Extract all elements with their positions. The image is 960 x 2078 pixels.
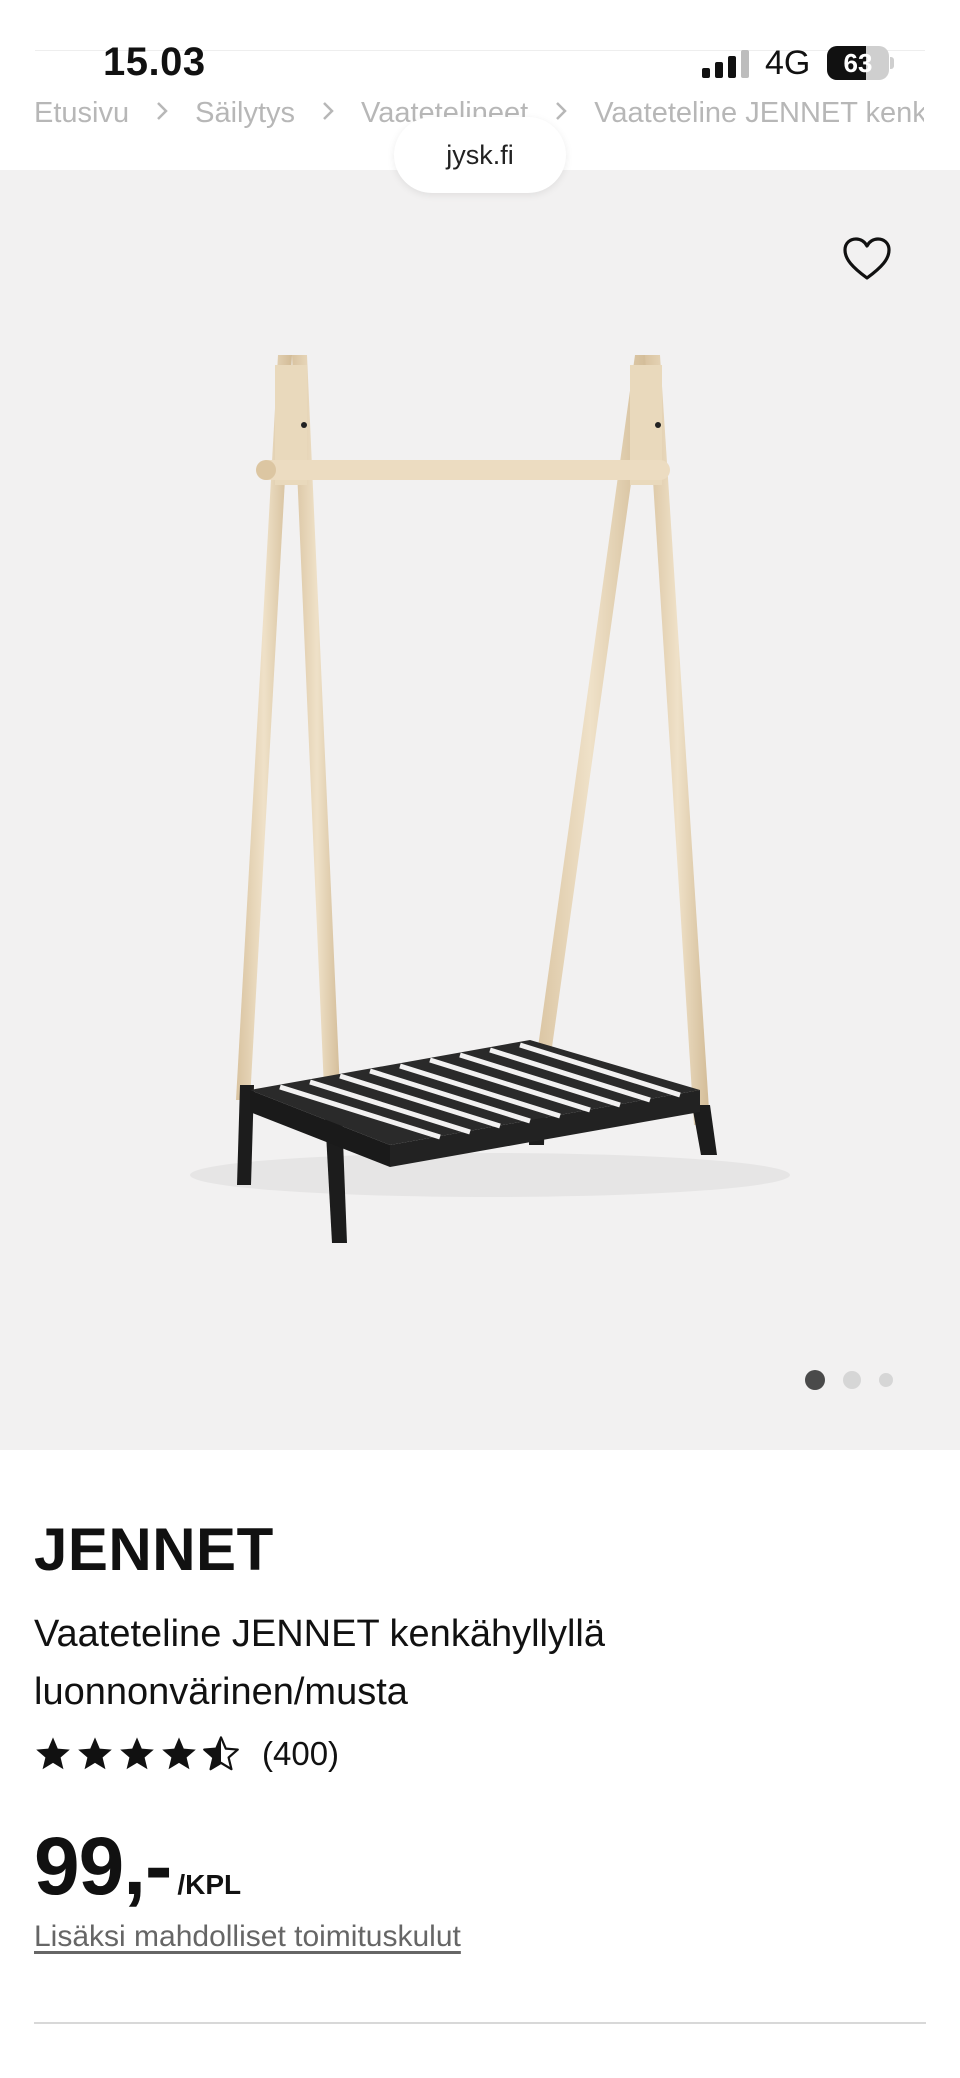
pagination-dot[interactable] bbox=[879, 1373, 893, 1387]
status-time: 15.03 bbox=[103, 40, 206, 84]
breadcrumb-item-home[interactable]: Etusivu bbox=[34, 97, 129, 130]
signal-strength-icon bbox=[702, 48, 749, 78]
breadcrumb-item-storage[interactable]: Säilytys bbox=[195, 97, 295, 130]
price-unit: /KPL bbox=[177, 1869, 242, 1900]
product-title: JENNET bbox=[34, 1516, 274, 1583]
product-price: 99,- /KPL bbox=[34, 1820, 241, 1914]
gallery-pagination bbox=[805, 1370, 893, 1390]
battery-level: 63 bbox=[843, 48, 873, 78]
product-rating[interactable]: (400) bbox=[34, 1735, 339, 1773]
price-amount: 99,- bbox=[34, 1821, 172, 1912]
star-rating bbox=[34, 1735, 240, 1773]
product-image-clothes-rack bbox=[140, 355, 840, 1255]
star-full-icon bbox=[36, 1737, 70, 1770]
network-type: 4G bbox=[765, 44, 811, 82]
address-bar-url[interactable]: jysk.fi bbox=[394, 117, 566, 193]
heart-icon[interactable] bbox=[842, 236, 892, 282]
battery-tip bbox=[890, 57, 894, 69]
chevron-right-icon bbox=[149, 97, 175, 130]
product-description: Vaateteline JENNET kenkähyllyllä luonnon… bbox=[34, 1613, 605, 1713]
battery-icon: 63 bbox=[827, 46, 889, 80]
pagination-dot[interactable] bbox=[843, 1371, 861, 1389]
breadcrumb-item-current: Vaateteline JENNET kenkähyllyllä bbox=[594, 96, 924, 129]
shipping-costs-link[interactable]: Lisäksi mahdolliset toimituskulut bbox=[34, 1920, 461, 1954]
section-divider bbox=[34, 2022, 926, 2024]
star-half-icon bbox=[203, 1736, 239, 1771]
star-full-icon bbox=[120, 1737, 154, 1770]
pagination-dot[interactable] bbox=[805, 1370, 825, 1390]
star-full-icon bbox=[162, 1737, 196, 1770]
review-count[interactable]: (400) bbox=[262, 1735, 339, 1773]
star-full-icon bbox=[78, 1737, 112, 1770]
chevron-right-icon bbox=[315, 97, 341, 130]
